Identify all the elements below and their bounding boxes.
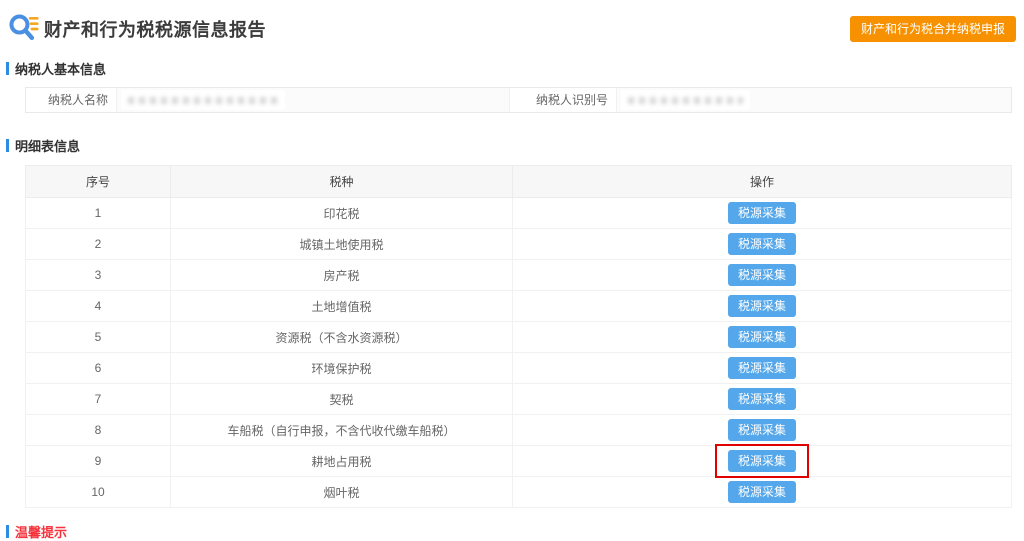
table-row: 8 车船税（自行申报，不含代收代缴车船税） 税源采集 [26,415,1012,446]
collect-tax-source-button[interactable]: 税源采集 [728,202,796,224]
row-tax-type: 印花税 [171,198,513,229]
section-detail-table-title: 明细表信息 [15,136,80,155]
col-header-operation: 操作 [513,166,1012,198]
title-wrap: 财产和行为税税源信息报告 [7,13,266,45]
collect-tax-source-button[interactable]: 税源采集 [728,419,796,441]
taxpayer-id-value [617,88,1011,112]
row-action-cell: 税源采集 [513,198,1012,229]
table-row: 7 契税 税源采集 [26,384,1012,415]
table-row: 3 房产税 税源采集 [26,260,1012,291]
collect-tax-source-button[interactable]: 税源采集 [728,295,796,317]
col-header-index: 序号 [26,166,171,198]
table-row: 10 烟叶税 税源采集 [26,477,1012,508]
topbar: 财产和行为税税源信息报告 财产和行为税合并纳税申报 [0,0,1024,44]
highlight-box: 税源采集 [715,444,809,478]
detail-table: 序号 税种 操作 1 印花税 税源采集 2 城镇土地使用税 税源采集 3 房产税… [25,165,1012,508]
row-index: 1 [26,198,171,229]
table-row-highlighted: 9 耕地占用税 税源采集 [26,446,1012,477]
row-index: 6 [26,353,171,384]
redaction-blur [128,97,278,104]
row-tax-type: 耕地占用税 [171,446,513,477]
row-action-cell: 税源采集 [513,353,1012,384]
row-action-cell: 税源采集 [513,260,1012,291]
table-row: 4 土地增值税 税源采集 [26,291,1012,322]
table-row: 6 环境保护税 税源采集 [26,353,1012,384]
combined-tax-declaration-button[interactable]: 财产和行为税合并纳税申报 [850,16,1016,42]
table-row: 2 城镇土地使用税 税源采集 [26,229,1012,260]
collect-tax-source-button[interactable]: 税源采集 [728,357,796,379]
section-detail-table: 明细表信息 [6,136,1024,155]
row-index: 4 [26,291,171,322]
row-action-cell: 税源采集 [513,384,1012,415]
collect-tax-source-button[interactable]: 税源采集 [728,450,796,472]
collect-tax-source-button[interactable]: 税源采集 [728,264,796,286]
table-header-row: 序号 税种 操作 [26,166,1012,198]
table-row: 1 印花税 税源采集 [26,198,1012,229]
row-tax-type: 城镇土地使用税 [171,229,513,260]
row-tax-type: 契税 [171,384,513,415]
taxpayer-info-row: 纳税人名称 纳税人识别号 [25,87,1012,113]
row-index: 10 [26,477,171,508]
search-report-icon [7,13,39,45]
row-tax-type: 土地增值税 [171,291,513,322]
section-tips: 温馨提示 [6,522,1024,541]
row-index: 3 [26,260,171,291]
section-bar [6,139,9,152]
row-tax-type: 烟叶税 [171,477,513,508]
page-title: 财产和行为税税源信息报告 [44,16,266,42]
row-action-cell: 税源采集 [513,229,1012,260]
row-tax-type: 环境保护税 [171,353,513,384]
collect-tax-source-button[interactable]: 税源采集 [728,233,796,255]
redaction-blur [628,97,743,104]
row-index: 2 [26,229,171,260]
row-action-cell: 税源采集 [513,322,1012,353]
col-header-tax-type: 税种 [171,166,513,198]
section-taxpayer-info: 纳税人基本信息 [6,59,1024,78]
row-index: 9 [26,446,171,477]
row-index: 5 [26,322,171,353]
row-action-cell: 税源采集 [513,477,1012,508]
row-tax-type: 房产税 [171,260,513,291]
row-action-cell: 税源采集 [513,291,1012,322]
row-index: 8 [26,415,171,446]
collect-tax-source-button[interactable]: 税源采集 [728,326,796,348]
row-action-cell: 税源采集 [513,415,1012,446]
section-taxpayer-info-title: 纳税人基本信息 [15,59,106,78]
row-action-cell: 税源采集 [513,446,1012,477]
row-index: 7 [26,384,171,415]
collect-tax-source-button[interactable]: 税源采集 [728,388,796,410]
table-row: 5 资源税（不含水资源税） 税源采集 [26,322,1012,353]
taxpayer-id-label: 纳税人识别号 [510,88,617,112]
taxpayer-id-redacted-value [621,90,750,110]
row-tax-type: 资源税（不含水资源税） [171,322,513,353]
section-bar [6,525,9,538]
row-tax-type: 车船税（自行申报，不含代收代缴车船税） [171,415,513,446]
taxpayer-name-value [117,88,510,112]
section-bar [6,62,9,75]
taxpayer-name-label: 纳税人名称 [26,88,117,112]
tips-title: 温馨提示 [15,522,67,541]
taxpayer-name-redacted-value [121,90,285,110]
